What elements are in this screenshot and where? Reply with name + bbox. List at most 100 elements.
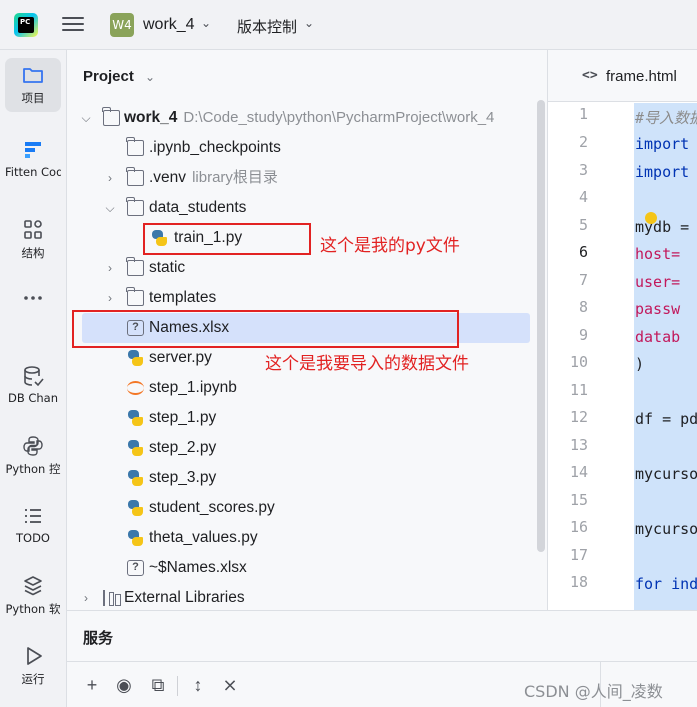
project-chevron-down-icon[interactable]: ⌄ <box>201 16 211 30</box>
unknown-file-icon: ? <box>127 560 144 576</box>
project-panel-title[interactable]: Project <box>83 68 134 85</box>
todo-icon <box>25 509 41 523</box>
tool-project[interactable]: 项目 <box>5 58 61 112</box>
tool-window-strip: 项目 Fitten Code 结构 DB Chan Python 控 TODO … <box>0 50 67 707</box>
tool-run[interactable]: 运行 <box>5 644 61 687</box>
tree-item-label: work_4 <box>124 109 178 126</box>
tool-todo[interactable]: TODO <box>5 504 61 545</box>
line-number: 7 <box>578 271 588 289</box>
project-view-chevron-down-icon[interactable]: ⌄ <box>145 70 155 84</box>
tree-item-work-4[interactable]: ⌵ work_4 D:\Code_study\python\PycharmProj… <box>67 103 537 133</box>
python-file-icon <box>127 410 144 426</box>
tree-item-venv[interactable]: › .venv library根目录 <box>67 163 537 193</box>
folder-icon <box>23 68 43 83</box>
tool-label: Python 软 <box>5 602 61 616</box>
tool-label: TODO <box>16 531 50 545</box>
project-name[interactable]: work_4 <box>143 16 195 34</box>
tree-item-temp-names-xlsx[interactable]: ? ~$Names.xlsx <box>67 553 537 583</box>
annotation-data-file: 这个是我要导入的数据文件 <box>265 354 469 374</box>
editor-tab-bar: <> frame.html <box>548 50 697 102</box>
tree-item-label: ~$Names.xlsx <box>149 559 247 576</box>
line-number: 2 <box>578 133 588 151</box>
tool-python-packages[interactable]: Python 软 <box>5 574 61 617</box>
line-number: 15 <box>569 491 588 509</box>
python-packages-icon <box>24 576 42 596</box>
python-file-icon <box>127 470 144 486</box>
add-icon[interactable]: + <box>81 674 103 696</box>
annotation-box-py-file <box>143 223 311 255</box>
tool-structure[interactable]: 结构 <box>5 218 61 261</box>
tree-item-step-3-py[interactable]: step_3.py <box>67 463 537 493</box>
tool-more[interactable] <box>5 286 61 310</box>
tool-label: Fitten Code <box>5 165 61 179</box>
annotation-box-data-file <box>72 310 459 348</box>
chevron-down-icon[interactable]: ⌵ <box>79 103 93 133</box>
tree-item-label: data_students <box>149 199 247 216</box>
chevron-down-icon[interactable]: ⌵ <box>103 193 117 223</box>
line-number: 10 <box>569 353 588 371</box>
chevron-right-icon[interactable]: › <box>103 253 117 283</box>
tree-item-theta-values-py[interactable]: theta_values.py <box>67 523 537 553</box>
line-number: 17 <box>569 546 588 564</box>
eye-icon[interactable]: ◉ <box>113 674 135 696</box>
tree-item-templates[interactable]: › templates <box>67 283 537 313</box>
code-line: #导入数据 <box>635 109 697 127</box>
project-badge[interactable]: W4 <box>110 13 134 37</box>
tab-frame-html[interactable]: frame.html <box>606 68 677 85</box>
tree-item-label: static <box>149 259 186 276</box>
tree-item-static[interactable]: › static <box>67 253 537 283</box>
tree-item-step-2-py[interactable]: step_2.py <box>67 433 537 463</box>
title-bar: PC W4 work_4 ⌄ 版本控制 ⌄ <box>0 0 697 50</box>
tool-python-console[interactable]: Python 控 <box>5 434 61 477</box>
code-line: passw <box>635 300 681 318</box>
folder-icon <box>126 287 144 306</box>
code-line: user= <box>635 273 681 291</box>
project-scrollbar[interactable] <box>537 100 545 552</box>
python-file-icon <box>127 440 144 456</box>
line-number: 16 <box>569 518 588 536</box>
tree-item-data-students[interactable]: ⌵ data_students <box>67 193 537 223</box>
tree-item-label: theta_values.py <box>149 529 258 546</box>
chevron-right-icon[interactable]: › <box>103 283 117 313</box>
tree-item-external-libraries[interactable]: › External Libraries <box>67 583 537 613</box>
tool-label: DB Chan <box>7 391 59 405</box>
lightbulb-icon[interactable] <box>645 212 657 224</box>
tree-item-student-scores-py[interactable]: student_scores.py <box>67 493 537 523</box>
expand-all-icon[interactable]: ↕ <box>187 674 209 696</box>
line-number: 12 <box>569 408 588 426</box>
tree-item-label: step_2.py <box>149 439 217 456</box>
collapse-all-icon[interactable]: ⨯ <box>219 674 241 696</box>
line-number-current: 6 <box>578 243 588 261</box>
chevron-right-icon[interactable]: › <box>79 583 93 613</box>
tool-label: 结构 <box>21 246 45 260</box>
line-number: 8 <box>578 298 588 316</box>
tree-item-step-1-ipynb[interactable]: step_1.ipynb <box>67 373 537 403</box>
main-menu-icon[interactable] <box>62 14 84 34</box>
tool-fitten-code[interactable]: Fitten Code <box>5 138 61 179</box>
vcs-menu[interactable]: 版本控制 <box>237 16 297 37</box>
code-line: host= <box>635 245 681 263</box>
code-line: ) <box>635 355 645 373</box>
tool-label: 运行 <box>21 672 45 686</box>
code-line: import <box>635 163 690 181</box>
code-line: datab <box>635 328 681 346</box>
vcs-chevron-down-icon[interactable]: ⌄ <box>304 16 314 30</box>
new-group-icon[interactable]: ⧉ <box>147 674 169 696</box>
python-file-icon <box>127 530 144 546</box>
line-number: 9 <box>578 326 588 344</box>
tree-item-ipynb-checkpoints[interactable]: .ipynb_checkpoints <box>67 133 537 163</box>
chevron-right-icon[interactable]: › <box>103 163 117 193</box>
notebook-file-icon <box>127 381 144 395</box>
python-console-icon <box>23 436 43 456</box>
tree-item-step-1-py[interactable]: step_1.py <box>67 403 537 433</box>
tree-item-path: D:\Code_study\python\PycharmProject\work… <box>183 109 495 126</box>
line-number: 13 <box>569 436 588 454</box>
folder-icon <box>126 167 144 186</box>
line-number: 14 <box>569 463 588 481</box>
code-line: mycurso <box>635 465 697 483</box>
folder-icon <box>126 197 144 216</box>
folder-icon <box>126 137 144 156</box>
pycharm-logo-icon[interactable]: PC <box>14 13 38 37</box>
tree-item-label: step_1.py <box>149 409 217 426</box>
tool-db-changes[interactable]: DB Chan <box>5 364 61 405</box>
